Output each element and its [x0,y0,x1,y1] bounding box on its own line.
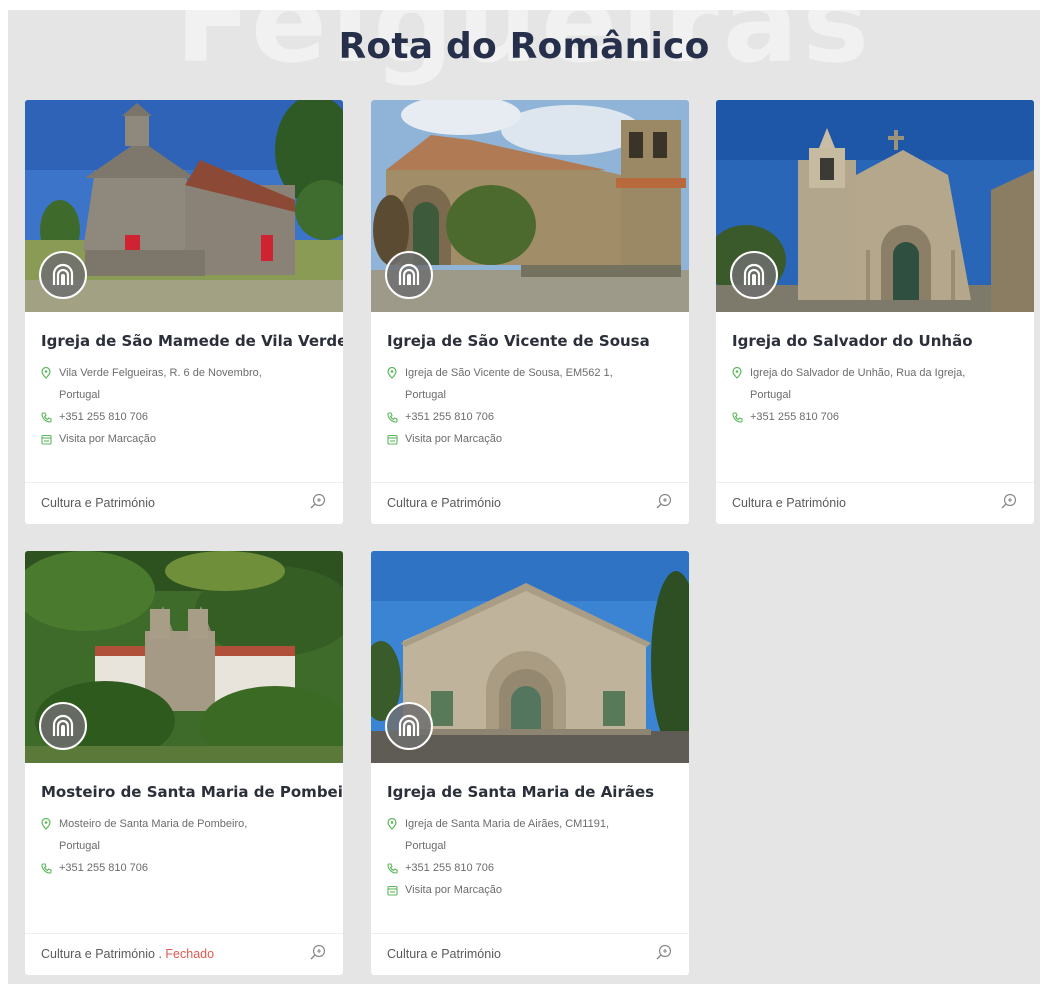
card-photo[interactable] [25,100,343,312]
calendar-icon [387,428,401,450]
card-info: Mosteiro de Santa Maria de Pombeiro, Por… [41,813,291,879]
phone-icon [387,857,401,879]
card-title[interactable]: Igreja de Santa Maria de Airães [387,783,679,801]
category-label: Cultura e Património . Fechado [41,947,214,961]
phone-text[interactable]: +351 255 810 706 [405,857,494,879]
calendar-icon [41,428,55,450]
category-label[interactable]: Cultura e Património [41,496,155,510]
card-footer: Cultura e Património [371,933,689,975]
schedule-line: Visita por Marcação [387,428,637,450]
status-separator: . [158,947,162,961]
romanesque-arch-icon [385,251,433,299]
status-closed: Fechado [165,947,215,961]
zoom-in-icon[interactable] [309,943,327,961]
address-line: Mosteiro de Santa Maria de Pombeiro, Por… [41,813,291,857]
zoom-in-icon[interactable] [309,492,327,510]
romanesque-arch-icon [39,251,87,299]
address-text: Igreja do Salvador de Unhão, Rua da Igre… [750,367,966,401]
address-line: Igreja de Santa Maria de Airães, CM1191,… [387,813,637,857]
phone-icon [387,406,401,428]
address-text: Mosteiro de Santa Maria de Pombeiro, Por… [59,818,248,852]
phone-text[interactable]: +351 255 810 706 [59,857,148,879]
poi-card[interactable]: Igreja de São Vicente de Sousa Igreja de… [371,100,689,524]
phone-text[interactable]: +351 255 810 706 [750,406,839,428]
phone-line[interactable]: +351 255 810 706 [387,857,637,879]
schedule-line: Visita por Marcação [387,879,637,901]
card-footer: Cultura e Património [25,482,343,524]
phone-text[interactable]: +351 255 810 706 [59,406,148,428]
poi-card[interactable]: Igreja do Salvador do Unhão Igreja do Sa… [716,100,1034,524]
phone-icon [41,857,55,879]
schedule-text: Visita por Marcação [405,433,503,445]
page-frame: Felgueiras Rota do Românico Igreja de Sã… [8,10,1040,984]
category-label[interactable]: Cultura e Património [387,496,501,510]
address-text: Igreja de Santa Maria de Airães, CM1191,… [405,818,610,852]
address-text: Vila Verde Felgueiras, R. 6 de Novembro,… [59,367,262,401]
address-line: Igreja de São Vicente de Sousa, EM562 1,… [387,362,637,406]
map-pin-icon [41,362,55,384]
zoom-in-icon[interactable] [655,943,673,961]
zoom-in-icon[interactable] [1000,492,1018,510]
card-info: Igreja do Salvador de Unhão, Rua da Igre… [732,362,982,428]
phone-line[interactable]: +351 255 810 706 [41,857,291,879]
map-pin-icon [732,362,746,384]
card-title[interactable]: Mosteiro de Santa Maria de Pombeiro [41,783,343,801]
calendar-icon [387,879,401,901]
phone-text[interactable]: +351 255 810 706 [405,406,494,428]
zoom-in-icon[interactable] [655,492,673,510]
card-footer: Cultura e Património [371,482,689,524]
map-pin-icon [387,362,401,384]
card-photo[interactable] [716,100,1034,312]
schedule-text: Visita por Marcação [59,433,157,445]
category-label[interactable]: Cultura e Património [387,947,501,961]
category-label[interactable]: Cultura e Património [732,496,846,510]
card-photo[interactable] [371,100,689,312]
phone-line[interactable]: +351 255 810 706 [387,406,637,428]
page-title: Rota do Românico [338,26,710,67]
address-line: Vila Verde Felgueiras, R. 6 de Novembro,… [41,362,291,406]
poi-card[interactable]: Igreja de Santa Maria de Airães Igreja d… [371,551,689,975]
card-info: Igreja de Santa Maria de Airães, CM1191,… [387,813,637,901]
poi-card[interactable]: Igreja de São Mamede de Vila Verde Vila … [25,100,343,524]
card-photo[interactable] [25,551,343,763]
card-info: Igreja de São Vicente de Sousa, EM562 1,… [387,362,637,450]
romanesque-arch-icon [39,702,87,750]
card-footer: Cultura e Património [716,482,1034,524]
phone-line[interactable]: +351 255 810 706 [41,406,291,428]
card-footer: Cultura e Património . Fechado [25,933,343,975]
schedule-text: Visita por Marcação [405,884,503,896]
card-title[interactable]: Igreja de São Vicente de Sousa [387,332,679,350]
card-photo[interactable] [371,551,689,763]
card-title[interactable]: Igreja do Salvador do Unhão [732,332,1024,350]
phone-icon [732,406,746,428]
phone-line[interactable]: +351 255 810 706 [732,406,982,428]
schedule-line: Visita por Marcação [41,428,291,450]
card-title[interactable]: Igreja de São Mamede de Vila Verde [41,332,343,350]
card-info: Vila Verde Felgueiras, R. 6 de Novembro,… [41,362,291,450]
map-pin-icon [41,813,55,835]
phone-icon [41,406,55,428]
romanesque-arch-icon [730,251,778,299]
address-text: Igreja de São Vicente de Sousa, EM562 1,… [405,367,613,401]
romanesque-arch-icon [385,702,433,750]
address-line: Igreja do Salvador de Unhão, Rua da Igre… [732,362,982,406]
category-text[interactable]: Cultura e Património [41,947,155,961]
poi-card[interactable]: Mosteiro de Santa Maria de Pombeiro Most… [25,551,343,975]
map-pin-icon [387,813,401,835]
